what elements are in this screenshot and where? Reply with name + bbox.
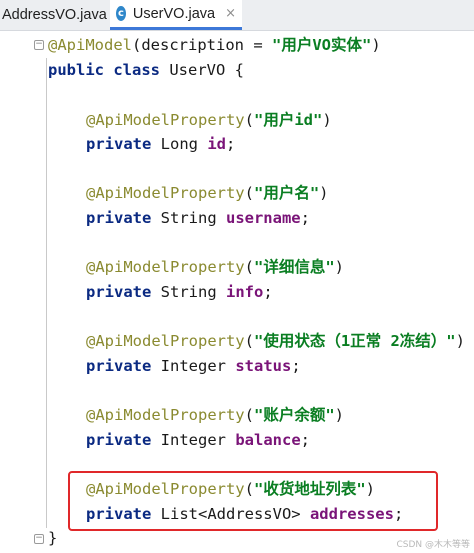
code-line-class-annotation: @ApiModel(description = "用户VO实体"): [48, 36, 381, 54]
code-line-field-annotation: @ApiModelProperty("用户id"): [86, 111, 332, 129]
code-line-field-annotation: @ApiModelProperty("详细信息"): [86, 258, 344, 276]
code-line-field-declaration: private Long id;: [86, 135, 236, 153]
code-line-field-declaration: private Integer balance;: [86, 431, 310, 449]
highlight-box: [68, 471, 438, 531]
code-line-field-declaration: private String username;: [86, 209, 310, 227]
code-line-field-declaration: private Integer status;: [86, 357, 301, 375]
code-line-closing-brace: }: [48, 529, 58, 547]
code-line-field-annotation: @ApiModelProperty("账户余额"): [86, 406, 344, 424]
code-line-field-annotation: @ApiModelProperty("使用状态（1正常 2冻结）"): [86, 332, 465, 350]
code-line-field-annotation: @ApiModelProperty("用户名"): [86, 184, 329, 202]
code-line-class-declaration: public class UserVO {: [48, 61, 245, 79]
code-line-field-declaration: private String info;: [86, 283, 273, 301]
watermark: CSDN @木木等等: [396, 540, 470, 550]
